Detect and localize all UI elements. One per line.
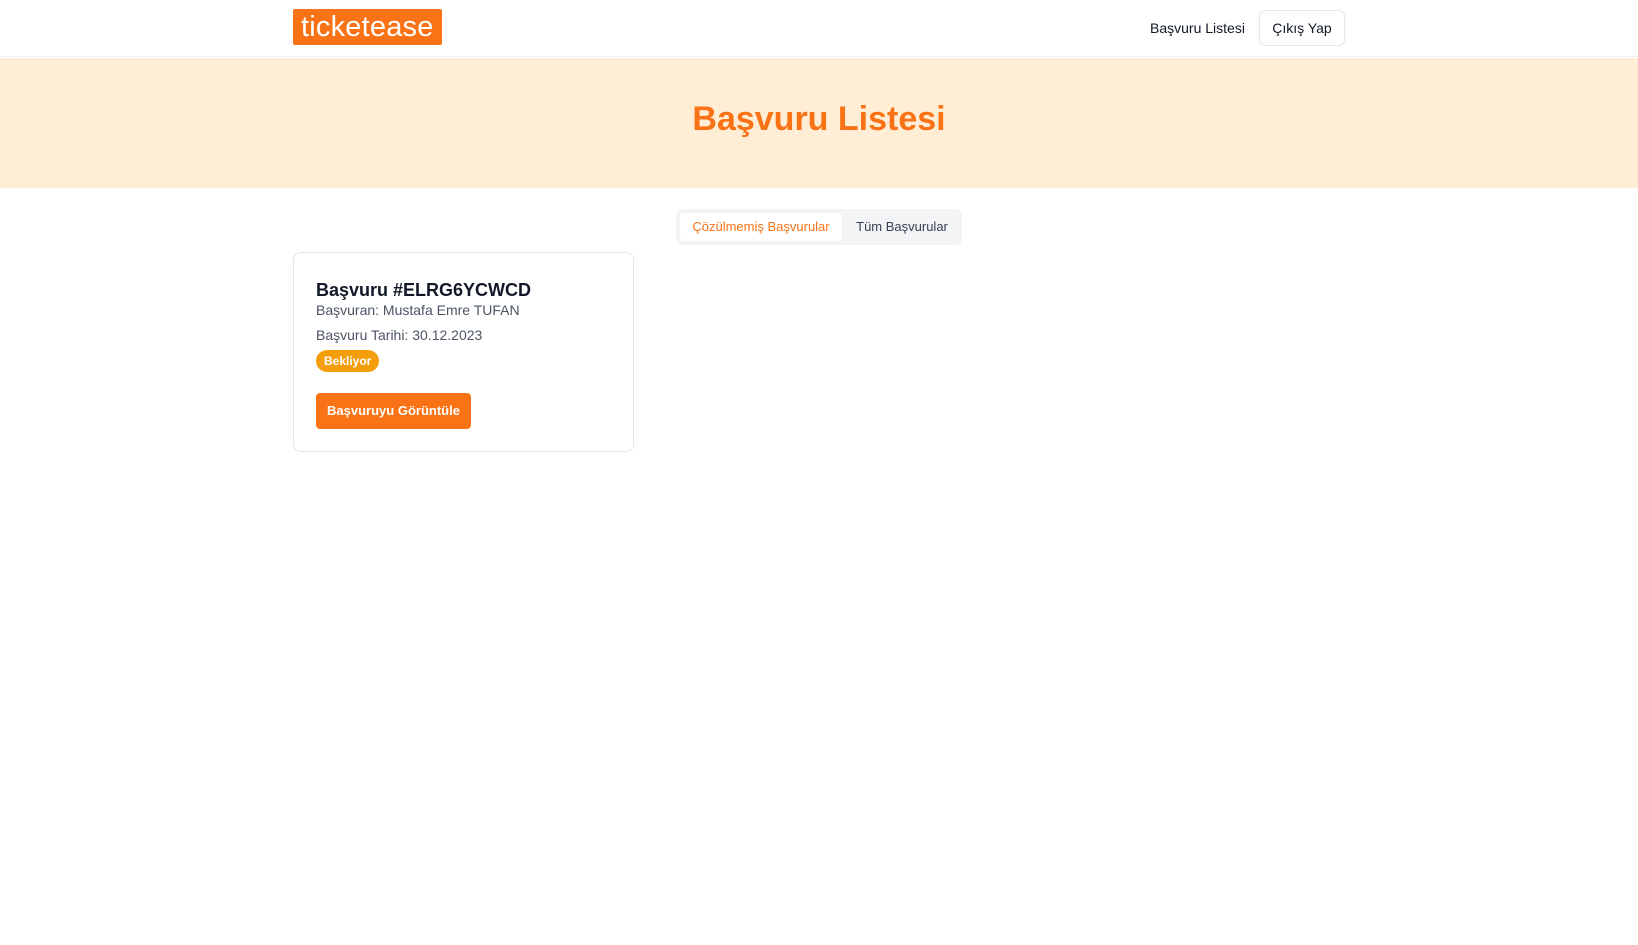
filter-tabs: Çözülmemiş Başvurular Tüm Başvurular bbox=[676, 209, 962, 245]
logout-button[interactable]: Çıkış Yap bbox=[1259, 10, 1345, 46]
application-card: Başvuru #ELRG6YCWCD Başvuran: Mustafa Em… bbox=[293, 252, 634, 452]
application-title: Başvuru #ELRG6YCWCD bbox=[316, 280, 532, 300]
nav-link-application-list[interactable]: Başvuru Listesi bbox=[1150, 18, 1245, 38]
page-title: Başvuru Listesi bbox=[692, 100, 946, 138]
page-hero: Başvuru Listesi bbox=[0, 58, 1638, 188]
view-application-button[interactable]: Başvuruyu Görüntüle bbox=[316, 393, 471, 429]
tab-all-applications[interactable]: Tüm Başvurular bbox=[846, 213, 958, 241]
status-badge: Bekliyor bbox=[316, 350, 380, 372]
tab-unresolved-applications[interactable]: Çözülmemiş Başvurular bbox=[680, 213, 842, 241]
applicant-name: Başvuran: Mustafa Emre TUFAN bbox=[316, 302, 520, 318]
top-navbar: ticketease Başvuru Listesi Çıkış Yap bbox=[0, 0, 1638, 57]
application-date: Başvuru Tarihi: 30.12.2023 bbox=[316, 327, 483, 343]
app-logo[interactable]: ticketease bbox=[293, 9, 442, 45]
